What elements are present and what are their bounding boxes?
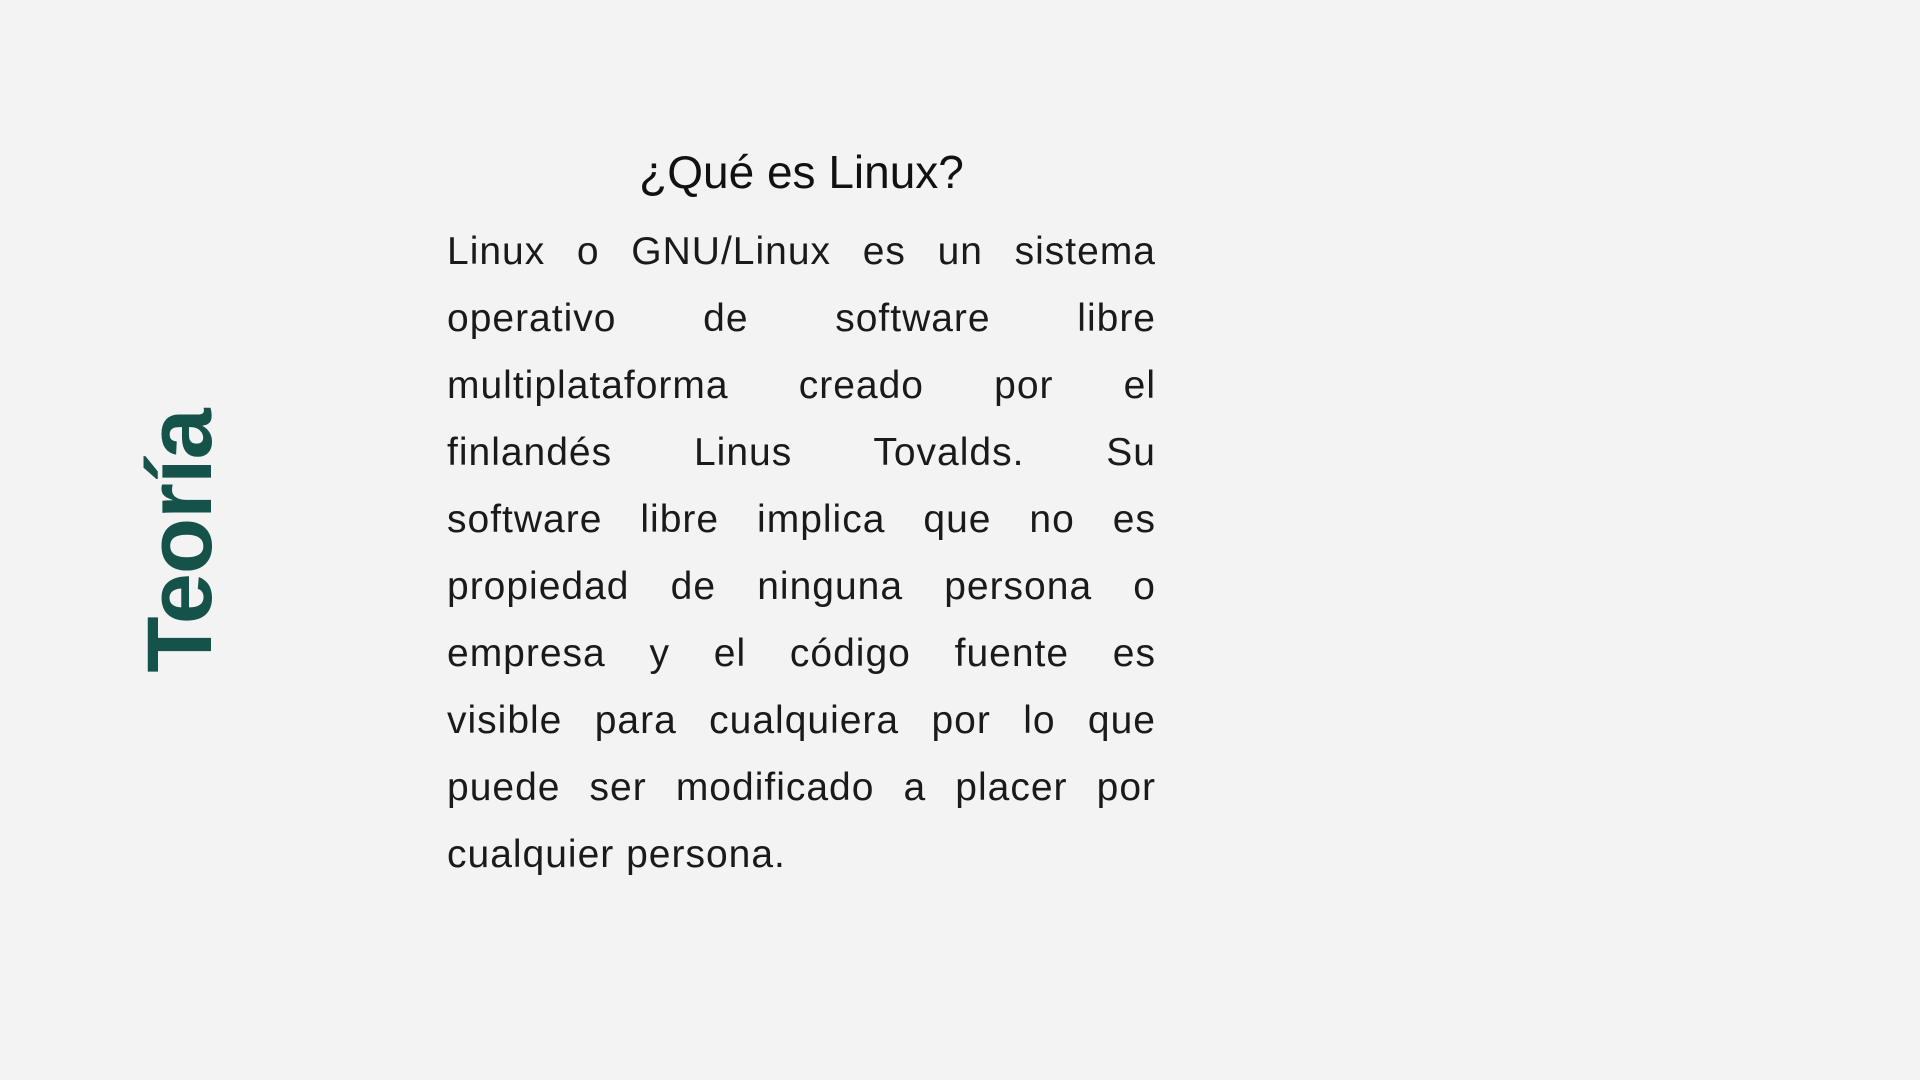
body-line: empresa y el código fuente es (447, 632, 1156, 675)
body-line: propiedad de ninguna persona o (447, 565, 1156, 608)
slide-title: ¿Qué es Linux? (639, 146, 964, 198)
body-line: operativo de software libre (447, 297, 1156, 340)
body-line: software libre implica que no es (447, 498, 1156, 541)
section-label-teoria: Teoría (129, 409, 231, 673)
body-line: cualquier persona. (447, 833, 786, 876)
body-paragraph: Linux o GNU/Linux es un sistema operativ… (447, 218, 1156, 888)
body-line: puede ser modificado a placer por (447, 766, 1156, 809)
body-line: finlandés Linus Tovalds. Su (447, 431, 1156, 474)
body-line: visible para cualquiera por lo que (447, 699, 1156, 742)
body-line: multiplataforma creado por el (447, 364, 1156, 407)
body-line: Linux o GNU/Linux es un sistema (447, 230, 1156, 273)
